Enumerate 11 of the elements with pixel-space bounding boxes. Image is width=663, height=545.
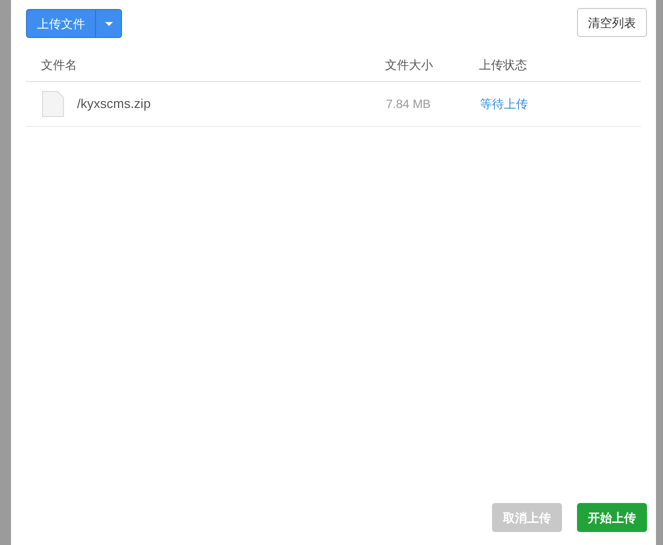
start-upload-button[interactable]: 开始上传 bbox=[577, 503, 647, 532]
column-header: 文件大小 bbox=[385, 57, 434, 74]
column-header: 文件名 bbox=[41, 57, 78, 74]
file-name: /kyxscms.zip bbox=[77, 95, 152, 114]
upload-button[interactable]: 上传文件 bbox=[27, 10, 96, 37]
column-header: 上传状态 bbox=[479, 57, 527, 74]
clear-list-button[interactable]: 清空列表 bbox=[577, 8, 647, 37]
caret-icon bbox=[104, 22, 112, 26]
file-icon bbox=[42, 91, 64, 117]
file-size: 7.84 MB bbox=[386, 96, 432, 113]
upload-status: 等待上传 bbox=[480, 96, 528, 113]
